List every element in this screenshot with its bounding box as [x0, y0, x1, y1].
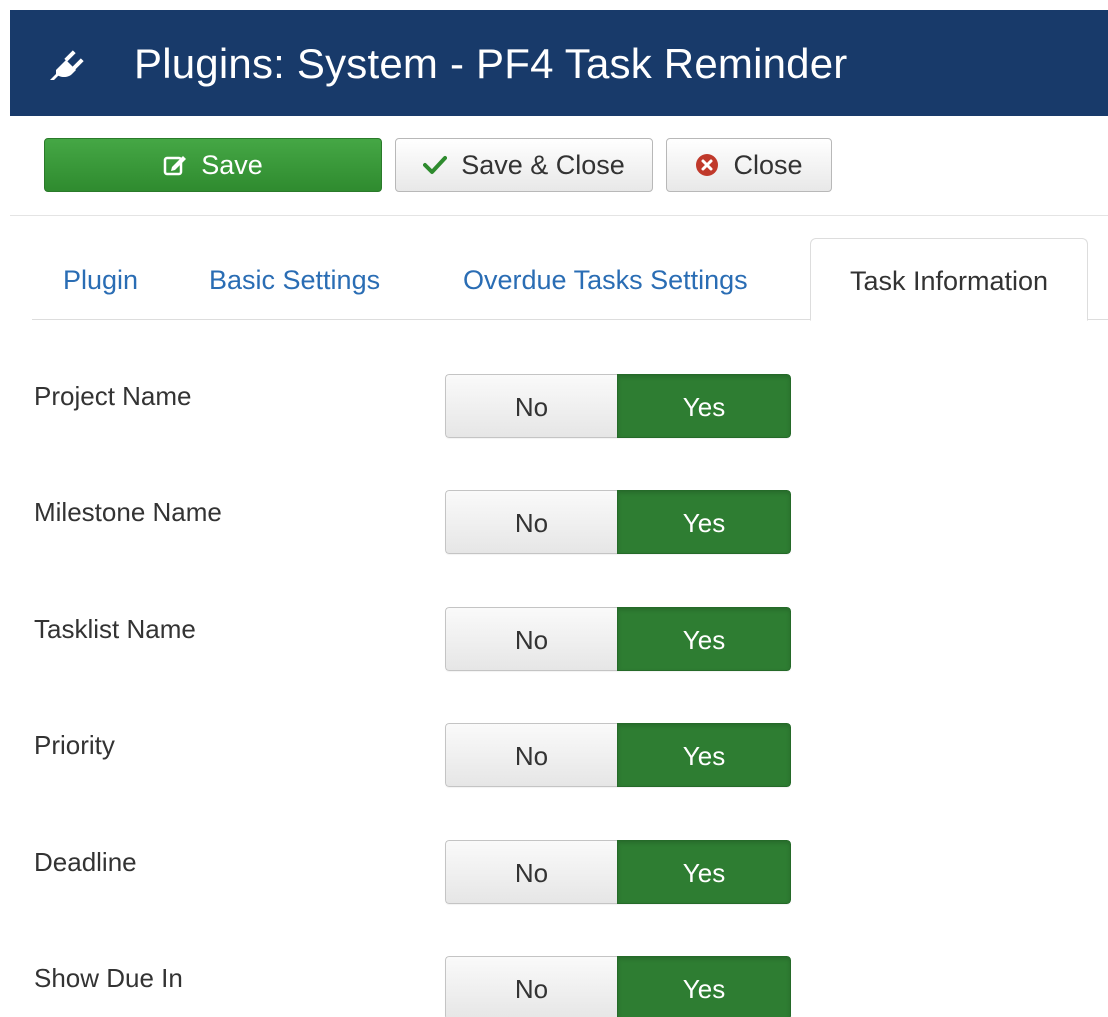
page-header: Plugins: System - PF4 Task Reminder	[10, 10, 1108, 116]
check-icon	[423, 156, 448, 174]
field-label: Tasklist Name	[34, 614, 196, 644]
yes-no-toggle: No Yes	[445, 723, 791, 787]
toggle-yes-button[interactable]: Yes	[617, 723, 791, 787]
toggle-no-button[interactable]: No	[445, 374, 617, 438]
toggle-no-button[interactable]: No	[445, 723, 617, 787]
field-label: Show Due In	[34, 963, 183, 993]
yes-no-toggle: No Yes	[445, 374, 791, 438]
field-row-show-due-in: Show Due In No Yes	[34, 956, 794, 1017]
toggle-yes-button[interactable]: Yes	[617, 840, 791, 904]
page-title: Plugins: System - PF4 Task Reminder	[134, 40, 848, 87]
toggle-no-button[interactable]: No	[445, 607, 617, 671]
toggle-yes-button[interactable]: Yes	[617, 956, 791, 1017]
save-button-label: Save	[201, 150, 263, 180]
close-button-label: Close	[733, 150, 803, 180]
field-row-priority: Priority No Yes	[34, 723, 794, 787]
field-label: Deadline	[34, 847, 137, 877]
tab-overdue-tasks-settings[interactable]: Overdue Tasks Settings	[463, 238, 748, 320]
plugin-edit-page: Plugins: System - PF4 Task Reminder Save…	[0, 0, 1108, 1017]
yes-no-toggle: No Yes	[445, 956, 791, 1017]
yes-no-toggle: No Yes	[445, 840, 791, 904]
close-button[interactable]: Close	[666, 138, 832, 192]
toggle-yes-button[interactable]: Yes	[617, 490, 791, 554]
field-row-milestone-name: Milestone Name No Yes	[34, 490, 794, 554]
yes-no-toggle: No Yes	[445, 607, 791, 671]
toolbar: Save Save & Close Close	[10, 116, 1108, 216]
edit-icon	[163, 156, 187, 176]
plug-icon	[50, 50, 84, 80]
toggle-no-button[interactable]: No	[445, 956, 617, 1017]
yes-no-toggle: No Yes	[445, 490, 791, 554]
field-label: Priority	[34, 730, 115, 760]
field-row-tasklist-name: Tasklist Name No Yes	[34, 607, 794, 671]
toggle-no-button[interactable]: No	[445, 490, 617, 554]
toggle-yes-button[interactable]: Yes	[617, 374, 791, 438]
tab-plugin[interactable]: Plugin	[63, 238, 138, 320]
field-label: Milestone Name	[34, 497, 222, 527]
toggle-no-button[interactable]: No	[445, 840, 617, 904]
field-row-project-name: Project Name No Yes	[34, 374, 794, 438]
field-label: Project Name	[34, 381, 192, 411]
tab-basic-settings[interactable]: Basic Settings	[209, 238, 380, 320]
tab-task-information[interactable]: Task Information	[810, 238, 1088, 321]
save-button[interactable]: Save	[44, 138, 382, 192]
toggle-yes-button[interactable]: Yes	[617, 607, 791, 671]
settings-tabs: Plugin Basic Settings Overdue Tasks Sett…	[32, 238, 1108, 321]
save-close-button[interactable]: Save & Close	[395, 138, 653, 192]
field-row-deadline: Deadline No Yes	[34, 840, 794, 904]
save-close-button-label: Save & Close	[461, 150, 625, 180]
close-circle-icon	[696, 154, 719, 176]
